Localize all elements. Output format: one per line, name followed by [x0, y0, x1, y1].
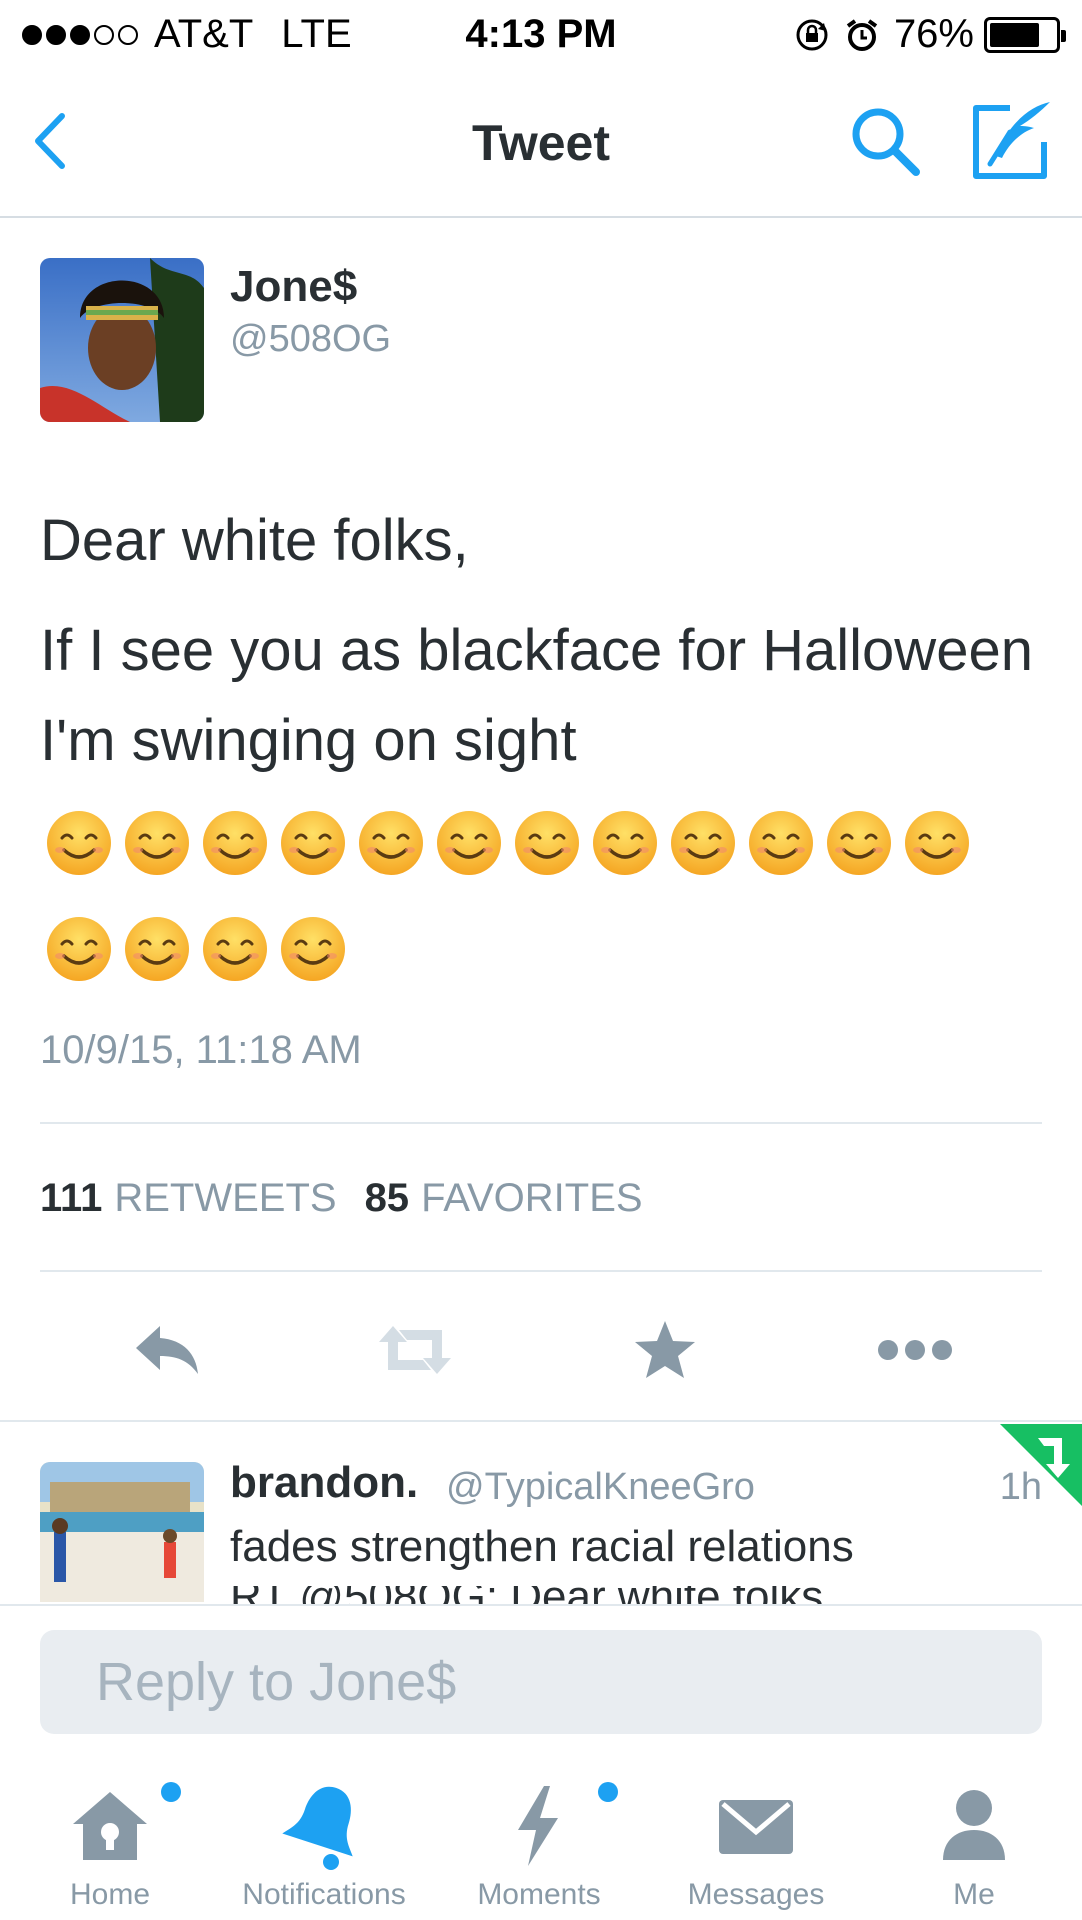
battery-percent: 76% [893, 12, 974, 56]
reply-text-cut-line: RT @508OG: Dear white folks [230, 1586, 1030, 1604]
alarm-icon [844, 17, 880, 53]
retweets-count[interactable]: 111 [40, 1176, 102, 1221]
search-button[interactable] [846, 102, 926, 182]
divider [40, 1122, 1042, 1124]
author-name[interactable]: Jone$ [230, 262, 357, 312]
reply-author-handle[interactable]: @TypicalKneeGro [446, 1466, 755, 1509]
favorites-label[interactable]: FAVORITES [421, 1176, 643, 1221]
avatar-photo [40, 1462, 204, 1602]
tweet-text-line: Dear white folks, [40, 508, 469, 573]
reply-icon [136, 1326, 198, 1374]
smiling-face-emoji-icon [203, 811, 267, 875]
favorite-button[interactable] [620, 1310, 710, 1390]
smiling-face-emoji-icon [281, 811, 345, 875]
tab-label: Notifications [242, 1878, 406, 1911]
unread-dot [598, 1782, 618, 1802]
tab-label: Home [69, 1878, 151, 1911]
status-bar: AT&T LTE 4:13 PM 76% [0, 0, 1082, 70]
retweet-icon [379, 1326, 451, 1374]
reply-input[interactable] [40, 1630, 1042, 1734]
reply-time: 1h [999, 1466, 1042, 1508]
smiling-face-emoji-icon [437, 811, 501, 875]
smiling-face-emoji-icon [359, 811, 423, 875]
smiling-face-emoji-icon [593, 811, 657, 875]
rotation-lock-icon [794, 17, 830, 53]
person-icon [929, 1780, 1019, 1870]
tab-label: Messages [687, 1878, 825, 1911]
tab-messages[interactable]: Messages [676, 1750, 836, 1920]
avatar-photo [40, 258, 204, 422]
smiling-face-emoji-icon [281, 917, 345, 981]
battery-icon [984, 16, 1066, 53]
status-right: 76% [794, 12, 1066, 57]
smiling-face-emoji-icon [905, 811, 969, 875]
smiling-face-emoji-icon [671, 811, 735, 875]
more-button[interactable] [870, 1310, 960, 1390]
unread-dot [161, 1782, 181, 1802]
favorites-count[interactable]: 85 [365, 1176, 410, 1221]
smiling-face-emoji-icon [125, 811, 189, 875]
tweet-actions [0, 1310, 1082, 1390]
tab-home[interactable]: Home [50, 1750, 181, 1920]
reply-text: fades strengthen racial relations [230, 1522, 854, 1571]
star-icon [635, 1321, 695, 1378]
emoji-row [44, 914, 356, 984]
divider [40, 1270, 1042, 1272]
smiling-face-emoji-icon [47, 917, 111, 981]
tweet-timestamp: 10/9/15, 11:18 AM [40, 1028, 362, 1072]
reply-author-avatar[interactable] [40, 1462, 204, 1602]
tab-label: Me [953, 1878, 995, 1911]
smiling-face-emoji-icon [827, 811, 891, 875]
author-handle[interactable]: @508OG [230, 318, 391, 361]
lightning-icon [494, 1780, 618, 1870]
smiling-face-emoji-icon [47, 811, 111, 875]
smiling-face-emoji-icon [125, 917, 189, 981]
reply-text-cut: RT @508OG: Dear white folks [230, 1586, 1030, 1604]
tab-notifications[interactable]: Notifications [234, 1750, 414, 1920]
emoji-row [44, 808, 980, 878]
tab-label: Moments [477, 1878, 601, 1911]
smiling-face-emoji-icon [515, 811, 579, 875]
bell-icon [279, 1780, 369, 1870]
envelope-icon [711, 1780, 801, 1870]
compose-quill-icon [973, 102, 1050, 179]
tab-moments[interactable]: Moments [474, 1750, 618, 1920]
tab-bar: Home Notifications Moments Messages Me [0, 1750, 1082, 1920]
compose-button[interactable] [970, 98, 1054, 182]
author-avatar[interactable] [40, 258, 204, 422]
tweet-text-line: If I see you as blackface for Halloween … [40, 618, 1033, 773]
home-icon [65, 1780, 181, 1870]
search-icon [852, 108, 920, 176]
divider [0, 1420, 1082, 1422]
smiling-face-emoji-icon [203, 917, 267, 981]
retweet-button[interactable] [370, 1310, 460, 1390]
more-dots-icon [878, 1340, 952, 1360]
tweet-text: Dear white folks, If I see you as blackf… [40, 496, 1050, 786]
reply-button[interactable] [122, 1310, 212, 1390]
tab-me[interactable]: Me [914, 1750, 1034, 1920]
navigation-bar: Tweet [0, 70, 1082, 218]
retweets-label[interactable]: RETWEETS [114, 1176, 336, 1221]
reply-author-name[interactable]: brandon. [230, 1458, 418, 1508]
smiling-face-emoji-icon [749, 811, 813, 875]
reply-bar [0, 1604, 1082, 1734]
tweet-stats: 111 RETWEETS 85 FAVORITES [40, 1176, 671, 1221]
